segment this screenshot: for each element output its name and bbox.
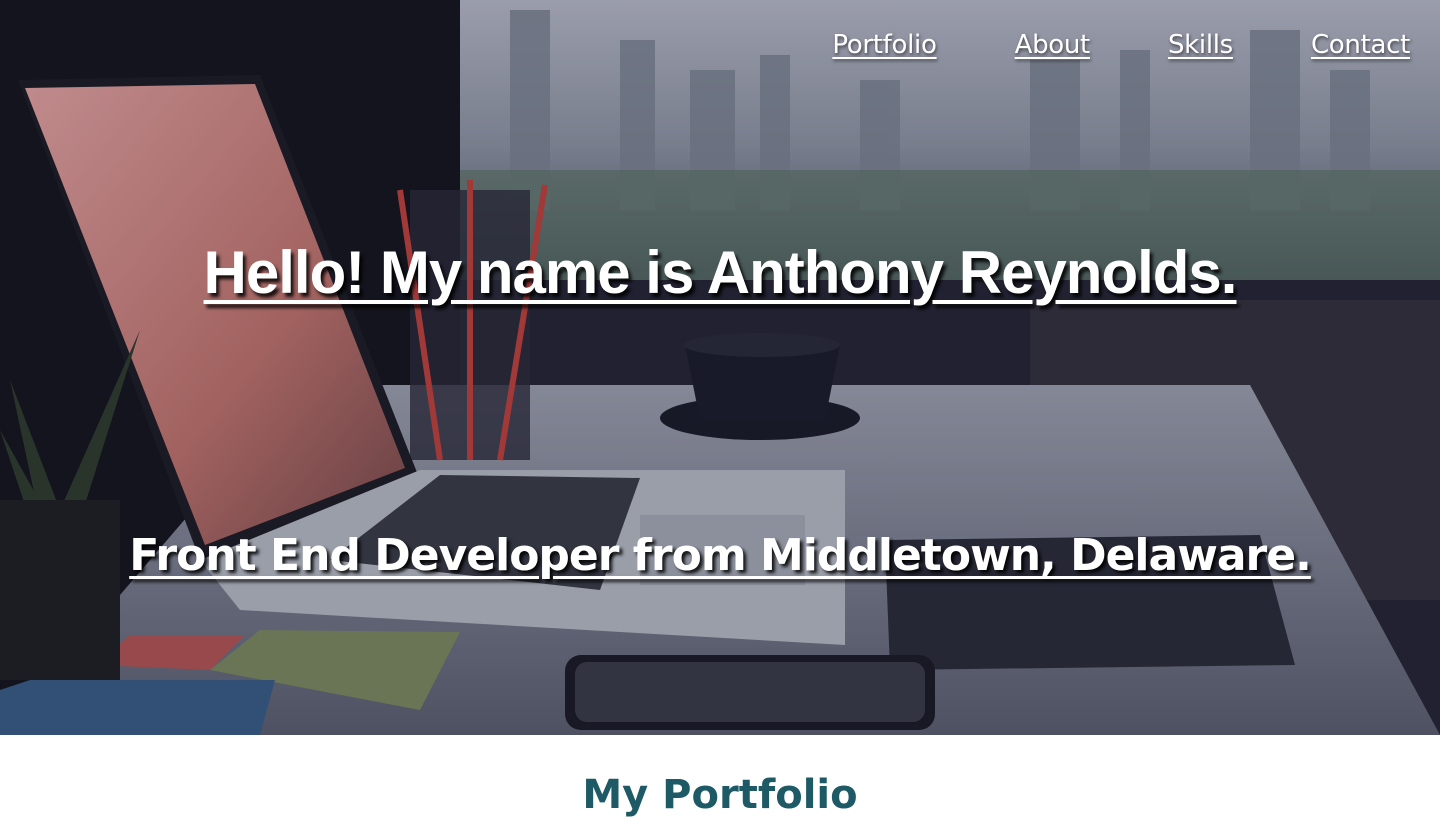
portfolio-section-heading: My Portfolio [582,772,858,818]
top-navigation: Portfolio About Skills Contact [832,30,1410,60]
hero-dark-overlay [0,0,1440,735]
hero-banner: Portfolio About Skills Contact Hello! My… [0,0,1440,735]
nav-link-skills[interactable]: Skills [1168,30,1233,60]
nav-link-contact[interactable]: Contact [1311,30,1410,60]
nav-link-portfolio[interactable]: Portfolio [832,30,937,60]
hero-subtitle: Front End Developer from Middletown, Del… [129,530,1312,581]
nav-link-about[interactable]: About [1015,30,1091,60]
hero-title: Hello! My name is Anthony Reynolds. [203,239,1238,306]
